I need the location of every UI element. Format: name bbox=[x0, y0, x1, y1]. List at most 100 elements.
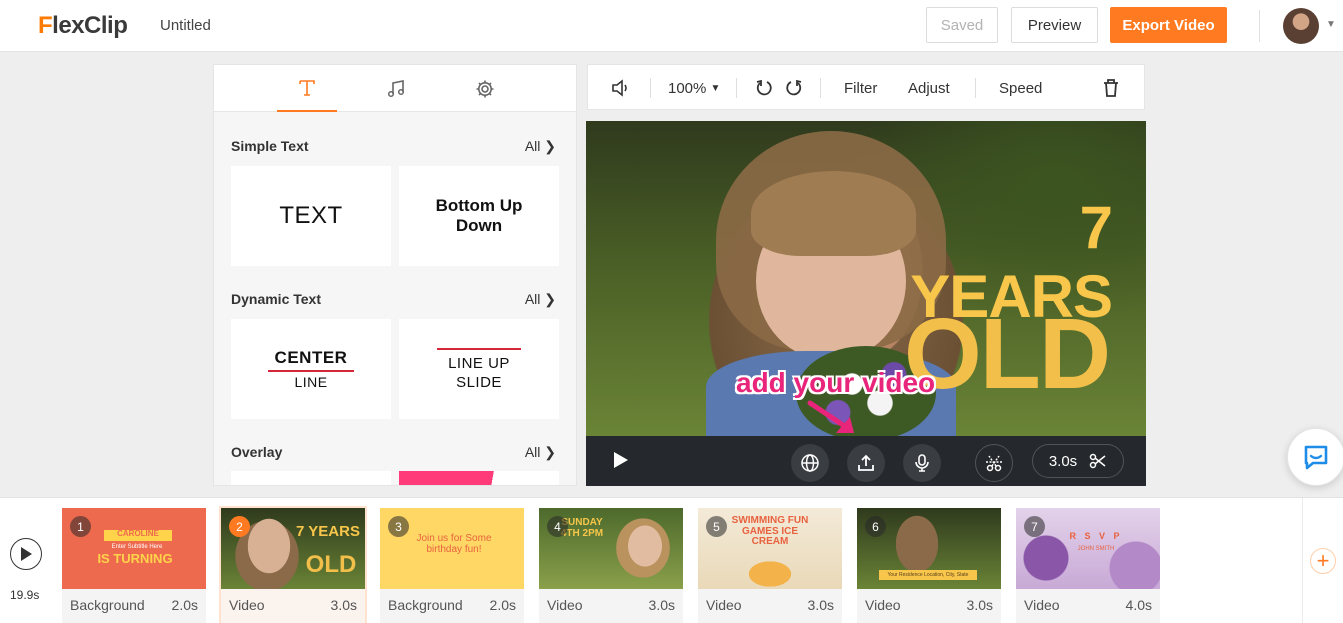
text-template-text[interactable]: TEXT bbox=[231, 166, 391, 266]
upload-button[interactable] bbox=[847, 444, 885, 482]
record-voice-button[interactable] bbox=[903, 444, 941, 482]
filter-button[interactable]: Filter bbox=[844, 65, 877, 111]
redo-icon bbox=[786, 79, 802, 96]
user-avatar[interactable] bbox=[1283, 8, 1319, 44]
scene-duration: 3.0s bbox=[330, 597, 357, 613]
scene-card-2[interactable]: 7 YEARS OLD 2 Video 3.0s bbox=[221, 508, 365, 623]
text-template-line-up-slide[interactable]: LINE UP SLIDE bbox=[399, 319, 559, 419]
plus-icon: + bbox=[1316, 548, 1330, 573]
scene-card-7[interactable]: R S V P JOHN SMITH 7 Video 4.0s bbox=[1016, 508, 1160, 623]
globe-icon bbox=[801, 454, 819, 472]
document-title[interactable]: Untitled bbox=[160, 17, 211, 34]
add-video-hint: add your video bbox=[736, 367, 936, 398]
toolbar-divider bbox=[650, 78, 651, 98]
microphone-icon bbox=[915, 454, 929, 472]
toolbar-divider bbox=[975, 78, 976, 98]
speed-button[interactable]: Speed bbox=[999, 65, 1042, 111]
thumb-text: Enter Subtitle Here bbox=[111, 544, 163, 550]
template-label: LINE bbox=[294, 374, 328, 390]
see-all-dynamic[interactable]: All ❯ bbox=[525, 291, 556, 308]
thumb-text: Your Residence Location, City, State bbox=[879, 570, 977, 580]
text-icon bbox=[299, 79, 315, 96]
template-label: SLIDE bbox=[456, 374, 502, 391]
scene-type: Background bbox=[70, 597, 145, 613]
chevron-right-icon: ❯ bbox=[544, 444, 556, 460]
thumb-text: SWIMMING FUN GAMES ICE CREAM bbox=[731, 515, 809, 547]
scene-type: Video bbox=[706, 597, 742, 613]
scene-type: Video bbox=[547, 597, 583, 613]
scene-number: 1 bbox=[70, 516, 91, 537]
total-duration: 19.9s bbox=[10, 588, 40, 602]
caret-down-icon: ▼ bbox=[710, 82, 721, 94]
redo-button[interactable] bbox=[784, 65, 804, 111]
upload-icon bbox=[858, 454, 874, 471]
flexclip-logo[interactable]: FlexClip bbox=[38, 12, 128, 40]
tab-music[interactable] bbox=[366, 65, 426, 112]
video-preview[interactable]: 7 YEARS OLD add your video bbox=[586, 121, 1146, 436]
chevron-down-icon[interactable]: ▼ bbox=[1326, 19, 1336, 30]
text-template-center-line[interactable]: CENTER LINE bbox=[231, 319, 391, 419]
gear-icon bbox=[476, 80, 494, 97]
toolbar-divider bbox=[736, 78, 737, 98]
see-all-overlay[interactable]: All ❯ bbox=[525, 444, 556, 461]
chevron-right-icon: ❯ bbox=[544, 138, 556, 154]
scene-number: 3 bbox=[388, 516, 409, 537]
tab-text[interactable] bbox=[277, 65, 337, 112]
thumb-text: 7 YEARS bbox=[296, 523, 360, 540]
trim-button[interactable] bbox=[975, 444, 1013, 482]
see-all-simple[interactable]: All ❯ bbox=[525, 138, 556, 155]
volume-button[interactable] bbox=[610, 65, 632, 111]
scene-duration: 3.0s bbox=[807, 597, 834, 613]
section-title-dynamic: Dynamic Text bbox=[231, 291, 321, 307]
thumb-text: Join us for Some birthday fun! bbox=[416, 533, 492, 555]
scene-duration: 2.0s bbox=[489, 597, 516, 613]
preview-controls: 3.0s bbox=[586, 436, 1146, 486]
add-scene-button[interactable]: + bbox=[1310, 548, 1336, 574]
scene-type: Video bbox=[229, 597, 265, 613]
overlay-template[interactable] bbox=[231, 471, 391, 485]
template-label: TEXT bbox=[279, 202, 343, 229]
thumb-text: CAROLINE bbox=[104, 529, 172, 541]
scene-card-1[interactable]: CAROLINE Enter Subtitle Here IS TURNING … bbox=[62, 508, 206, 623]
overlay-template[interactable] bbox=[399, 471, 559, 485]
play-button[interactable] bbox=[612, 450, 630, 475]
text-template-bottom-up[interactable]: Bottom Up Down bbox=[399, 166, 559, 266]
template-label: CENTER bbox=[274, 348, 348, 367]
timeline-play-button[interactable] bbox=[10, 538, 42, 570]
delete-button[interactable] bbox=[1102, 65, 1120, 111]
template-label: Bottom Up Down bbox=[435, 196, 523, 235]
scene-type: Video bbox=[865, 597, 901, 613]
export-video-button[interactable]: Export Video bbox=[1110, 7, 1227, 43]
scene-number: 7 bbox=[1024, 516, 1045, 537]
zoom-select[interactable]: 100% ▼ bbox=[668, 65, 720, 111]
adjust-button[interactable]: Adjust bbox=[908, 65, 950, 111]
scene-type: Background bbox=[388, 597, 463, 613]
scene-card-4[interactable]: SUNDAY 4TH 2PM 4 Video 3.0s bbox=[539, 508, 683, 623]
preview-button[interactable]: Preview bbox=[1011, 7, 1098, 43]
scene-number: 6 bbox=[865, 516, 886, 537]
stock-media-button[interactable] bbox=[791, 444, 829, 482]
scissors-icon bbox=[1089, 453, 1106, 469]
panel-tabs bbox=[214, 65, 576, 112]
saved-button[interactable]: Saved bbox=[926, 7, 998, 43]
support-chat-button[interactable] bbox=[1287, 428, 1343, 486]
accent-line bbox=[268, 370, 354, 372]
speaker-icon bbox=[612, 79, 627, 97]
scene-toolbar: 100% ▼ Filter Adjust Speed bbox=[587, 64, 1145, 110]
play-icon bbox=[21, 547, 32, 561]
accent-line bbox=[437, 348, 521, 350]
trash-icon bbox=[1104, 79, 1118, 97]
play-icon bbox=[614, 452, 628, 468]
thumb-text: JOHN SMITH bbox=[1077, 546, 1115, 552]
tab-settings[interactable] bbox=[455, 65, 515, 112]
scene-card-3[interactable]: Join us for Some birthday fun! 3 Backgro… bbox=[380, 508, 524, 623]
undo-button[interactable] bbox=[754, 65, 774, 111]
scene-duration: 2.0s bbox=[171, 597, 198, 613]
scene-number: 2 bbox=[229, 516, 250, 537]
scene-duration-control[interactable]: 3.0s bbox=[1032, 444, 1124, 478]
scene-timeline: 19.9s CAROLINE Enter Subtitle Here IS TU… bbox=[0, 497, 1343, 623]
scene-card-5[interactable]: SWIMMING FUN GAMES ICE CREAM 5 Video 3.0… bbox=[698, 508, 842, 623]
chevron-right-icon: ❯ bbox=[544, 291, 556, 307]
thumb-text: IS TURNING bbox=[97, 551, 173, 566]
scene-card-6[interactable]: Your Residence Location, City, State 6 V… bbox=[857, 508, 1001, 623]
